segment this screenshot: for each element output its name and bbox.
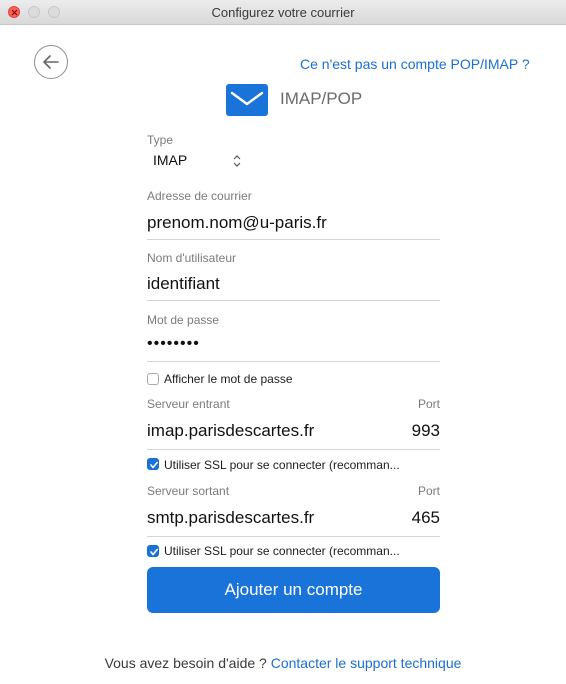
page-title: IMAP/POP [280,89,363,108]
email-divider [147,239,440,240]
type-select[interactable]: IMAP [147,151,243,173]
incoming-server-field[interactable]: imap.parisdescartes.fr [147,421,314,441]
password-label: Mot de passe [147,313,220,327]
outgoing-divider [147,536,440,537]
help-text: Vous avez besoin d'aide ? [104,655,271,671]
help-footer: Vous avez besoin d'aide ? Contacter le s… [0,655,566,671]
type-value: IMAP [153,152,188,168]
not-pop-imap-link[interactable]: Ce n'est pas un compte POP/IMAP ? [300,56,530,72]
outgoing-ssl-checkbox[interactable] [147,545,159,557]
email-label: Adresse de courrier [147,189,252,203]
back-button[interactable] [34,45,68,79]
incoming-server-label: Serveur entrant [147,397,230,411]
outgoing-server-label: Serveur sortant [147,484,230,498]
email-field[interactable]: prenom.nom@u-paris.fr [147,213,327,233]
password-divider [147,361,440,362]
incoming-ssl-label: Utiliser SSL pour se connecter (recomman… [164,458,400,472]
back-arrow-icon [43,55,59,69]
checkmark-icon [150,548,158,556]
add-account-button[interactable]: Ajouter un compte [147,567,440,613]
type-label: Type [147,133,174,147]
outgoing-port-field[interactable]: 465 [412,508,440,528]
show-password-checkbox[interactable] [147,373,159,385]
contact-support-link[interactable]: Contacter le support technique [271,655,462,671]
incoming-divider [147,449,440,450]
username-field[interactable]: identifiant [147,274,220,294]
incoming-port-label: Port [417,397,440,411]
envelope-icon [226,84,268,116]
checkmark-icon [150,461,158,469]
incoming-ssl-checkbox[interactable] [147,458,159,470]
window-title: Configurez votre courrier [211,5,355,20]
outgoing-ssl-label: Utiliser SSL pour se connecter (recomman… [164,544,400,558]
username-label: Nom d'utilisateur [147,251,236,265]
username-divider [147,300,440,301]
outgoing-port-label: Port [417,484,440,498]
show-password-label: Afficher le mot de passe [164,372,293,386]
password-field[interactable]: •••••••• [147,335,200,353]
title-bar: Configurez votre courrier [0,0,566,25]
updown-chevron-icon [233,155,241,167]
outgoing-server-field[interactable]: smtp.parisdescartes.fr [147,508,314,528]
incoming-port-field[interactable]: 993 [412,421,440,441]
